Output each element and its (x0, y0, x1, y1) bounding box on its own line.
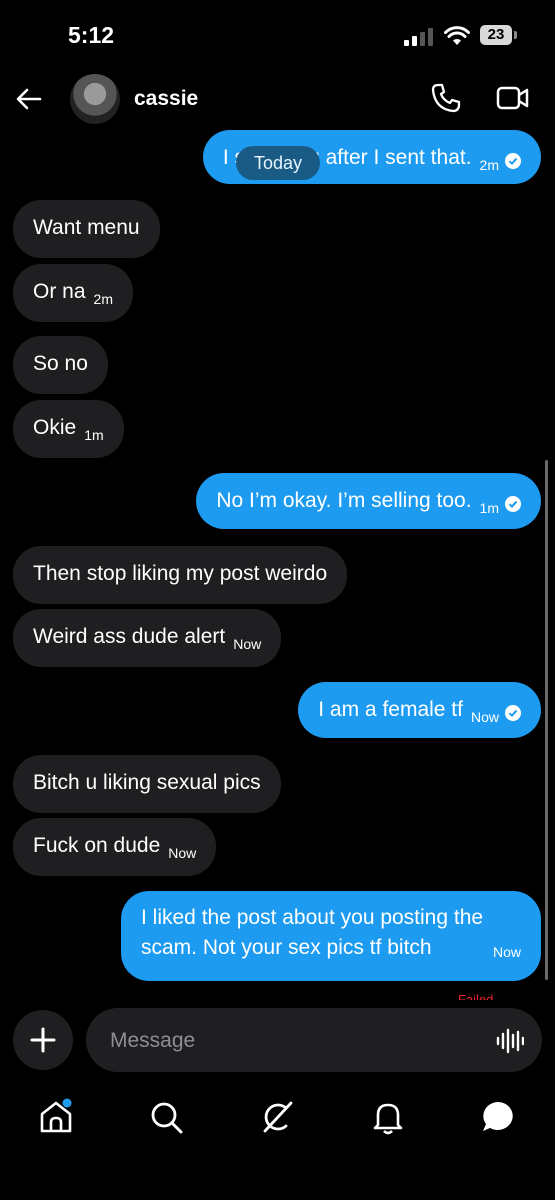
voice-message-icon[interactable] (496, 1027, 524, 1055)
message-input[interactable] (108, 1008, 492, 1074)
phone-icon[interactable] (430, 82, 462, 114)
message-bubble-incoming[interactable]: So no (13, 336, 108, 394)
message-field[interactable] (86, 1008, 542, 1074)
message-list[interactable]: I seen you after I sent that. 2m Today Wa… (0, 130, 555, 1000)
read-check-icon (505, 705, 521, 722)
back-arrow-icon[interactable] (14, 84, 44, 114)
message-text: Or na (33, 280, 86, 303)
status-bar: 5:12 23 (0, 0, 555, 70)
failed-label[interactable]: Failed (458, 992, 493, 1000)
message-text-line: scam. Not your sex pics tf bitch (141, 936, 432, 959)
message-bubble-incoming[interactable]: Weird ass dude alert Now (13, 609, 282, 667)
contact-name[interactable]: cassie (134, 87, 198, 111)
battery-tip (514, 31, 517, 39)
wifi-icon (444, 26, 470, 45)
message-bubble-incoming[interactable]: Then stop liking my post weirdo (13, 546, 348, 604)
message-time: 1m (84, 427, 104, 443)
add-button[interactable] (13, 1010, 73, 1070)
message-time: 1m (479, 500, 499, 516)
message-text: So no (33, 352, 88, 375)
message-bubble-outgoing[interactable]: No I’m okay. I’m selling too. 1m (196, 473, 541, 529)
message-text: I am a female tf (318, 698, 463, 721)
search-icon[interactable] (146, 1097, 186, 1137)
message-text: Weird ass dude alert (33, 625, 226, 648)
plus-icon (30, 1027, 56, 1053)
signal-icon (404, 28, 433, 46)
message-bubble-incoming[interactable]: Okie 1m (13, 400, 124, 458)
message-text: Then stop liking my post weirdo (33, 562, 328, 585)
avatar[interactable] (70, 74, 120, 124)
bottom-tab-bar (0, 1085, 555, 1155)
read-check-icon (505, 153, 521, 170)
message-text: Okie (33, 416, 77, 439)
message-time: Now (233, 636, 262, 652)
message-time: Now (470, 709, 499, 725)
message-time: 2m (479, 157, 499, 173)
messages-icon[interactable] (478, 1097, 518, 1137)
read-check-icon (505, 496, 521, 513)
message-text: No I’m okay. I’m selling too. (216, 489, 472, 512)
grok-icon[interactable] (257, 1097, 297, 1137)
chat-header: cassie (0, 70, 555, 130)
scrollbar[interactable] (545, 460, 548, 980)
message-bubble-incoming[interactable]: Bitch u liking sexual pics (13, 755, 281, 813)
message-bubble-outgoing[interactable]: I liked the post about you posting the s… (121, 891, 541, 981)
message-text: Bitch u liking sexual pics (33, 771, 261, 794)
battery-icon: 23 (480, 25, 512, 45)
message-text-line: I liked the post about you posting the (141, 906, 484, 929)
status-time: 5:12 (68, 22, 115, 48)
message-time: 2m (93, 291, 113, 307)
video-call-icon[interactable] (496, 84, 530, 112)
date-divider: Today (236, 146, 320, 180)
message-text: Fuck on dude (33, 834, 161, 857)
message-bubble-incoming[interactable]: Want menu (13, 200, 160, 258)
message-time: Now (492, 944, 521, 960)
message-time: Now (168, 845, 197, 861)
message-bubble-incoming[interactable]: Or na 2m (13, 264, 133, 322)
message-bubble-outgoing[interactable]: I am a female tf Now (298, 682, 541, 738)
message-bubble-incoming[interactable]: Fuck on dude Now (13, 818, 217, 876)
composer (0, 1008, 555, 1074)
notifications-icon[interactable] (368, 1097, 408, 1137)
home-icon[interactable] (36, 1097, 76, 1137)
message-text: Want menu (33, 216, 140, 239)
